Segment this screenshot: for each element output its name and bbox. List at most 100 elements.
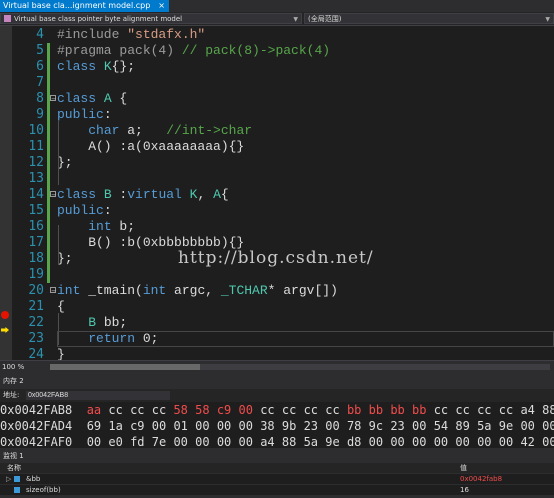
scrollbar-thumb[interactable]: [50, 364, 200, 370]
memory-byte[interactable]: 78: [347, 419, 369, 433]
memory-byte[interactable]: 38: [260, 419, 282, 433]
watch-value[interactable]: 16: [460, 485, 469, 495]
memory-byte[interactable]: cc: [304, 403, 326, 417]
code-line[interactable]: 9 public:: [0, 107, 554, 123]
memory-byte[interactable]: 54: [434, 419, 456, 433]
memory-byte[interactable]: 00: [239, 435, 261, 448]
code-line[interactable]: 6 class K{};: [0, 59, 554, 75]
memory-byte[interactable]: 01: [173, 419, 195, 433]
memory-byte[interactable]: 00: [217, 419, 239, 433]
memory-byte[interactable]: 69: [87, 419, 109, 433]
memory-byte[interactable]: 00: [217, 435, 239, 448]
memory-byte[interactable]: 00: [87, 435, 109, 448]
watch-name[interactable]: sizeof(bb): [26, 485, 61, 495]
memory-byte[interactable]: 00: [325, 419, 347, 433]
memory-byte[interactable]: cc: [260, 403, 282, 417]
memory-byte[interactable]: bb: [412, 403, 434, 417]
memory-byte[interactable]: 00: [542, 419, 554, 433]
memory-byte[interactable]: cc: [499, 403, 521, 417]
memory-byte[interactable]: bb: [390, 403, 412, 417]
memory-byte[interactable]: 7e: [152, 435, 174, 448]
memory-byte[interactable]: 00: [195, 419, 217, 433]
collapse-icon[interactable]: −: [50, 287, 57, 295]
memory-byte[interactable]: 00: [195, 435, 217, 448]
memory-byte[interactable]: 58: [173, 403, 195, 417]
memory-byte[interactable]: 88: [542, 403, 554, 417]
value-column-header[interactable]: 值: [460, 463, 467, 473]
memory-byte[interactable]: 1a: [108, 419, 130, 433]
code-line[interactable]: 14− class B :virtual K, A{: [0, 187, 554, 203]
code-editor[interactable]: http://blog.csdn.net/ 4 #include "stdafx.…: [0, 26, 554, 360]
memory-byte[interactable]: 00: [173, 435, 195, 448]
code-line[interactable]: 21 {: [0, 299, 554, 315]
memory-row[interactable]: 0x0042FAF0 00 e0 fd 7e 00 00 00 00 a4 88…: [0, 434, 554, 448]
memory-byte[interactable]: a4: [260, 435, 282, 448]
code-line[interactable]: 15 public:: [0, 203, 554, 219]
memory-byte[interactable]: 00: [520, 419, 542, 433]
memory-byte[interactable]: 9e: [325, 435, 347, 448]
watch-row[interactable]: sizeof(bb) 16: [0, 485, 554, 495]
memory-byte[interactable]: fd: [130, 435, 152, 448]
code-line[interactable]: 20− int _tmain(int argc, _TCHAR* argv[]): [0, 283, 554, 299]
memory-byte[interactable]: 00: [412, 419, 434, 433]
memory-byte[interactable]: bb: [369, 403, 391, 417]
memory-byte[interactable]: 58: [195, 403, 217, 417]
collapse-icon[interactable]: −: [50, 95, 57, 103]
code-line[interactable]: 18};: [0, 251, 554, 267]
memory-byte[interactable]: d8: [347, 435, 369, 448]
collapse-icon[interactable]: −: [50, 191, 57, 199]
memory-byte[interactable]: 00: [369, 435, 391, 448]
code-line[interactable]: 19: [0, 267, 554, 283]
memory-byte[interactable]: 23: [390, 419, 412, 433]
memory-byte[interactable]: c9: [217, 403, 239, 417]
code-line[interactable]: 7: [0, 75, 554, 91]
memory-byte[interactable]: cc: [108, 403, 130, 417]
memory-byte[interactable]: cc: [325, 403, 347, 417]
code-line[interactable]: 10 char a; //int->char: [0, 123, 554, 139]
code-line[interactable]: 22 B bb;: [0, 315, 554, 331]
memory-byte[interactable]: 00: [434, 435, 456, 448]
code-line[interactable]: 8− class A {: [0, 91, 554, 107]
code-line[interactable]: 16 int b;: [0, 219, 554, 235]
code-line[interactable]: 24}: [0, 347, 554, 360]
memory-byte[interactable]: bb: [347, 403, 369, 417]
memory-byte[interactable]: 5a: [304, 435, 326, 448]
memory-byte[interactable]: 00: [152, 419, 174, 433]
code-line[interactable]: 12};: [0, 155, 554, 171]
name-column-header[interactable]: 名称: [7, 463, 21, 473]
memory-byte[interactable]: 00: [455, 435, 477, 448]
memory-byte[interactable]: 23: [304, 419, 326, 433]
code-line[interactable]: 17 B() :b(0xbbbbbbbb){}: [0, 235, 554, 251]
memory-byte[interactable]: 00: [239, 403, 261, 417]
memory-byte[interactable]: 00: [477, 435, 499, 448]
memory-byte[interactable]: 00: [499, 435, 521, 448]
code-line[interactable]: 5 #pragma pack(4) // pack(8)->pack(4): [0, 43, 554, 59]
memory-byte[interactable]: cc: [477, 403, 499, 417]
memory-byte[interactable]: cc: [434, 403, 456, 417]
scope-dropdown[interactable]: Virtual base class pointer byte alignmen…: [0, 13, 302, 24]
memory-byte[interactable]: 5a: [477, 419, 499, 433]
memory-row[interactable]: 0x0042FAB8 aa cc cc cc 58 58 c9 00 cc cc…: [0, 402, 554, 418]
address-input[interactable]: [26, 391, 170, 400]
memory-byte[interactable]: 9b: [282, 419, 304, 433]
memory-byte[interactable]: 00: [239, 419, 261, 433]
code-line[interactable]: 4 #include "stdafx.h": [0, 27, 554, 43]
code-line[interactable]: 11 A() :a(0xaaaaaaaa){}: [0, 139, 554, 155]
memory-byte[interactable]: e0: [108, 435, 130, 448]
memory-byte[interactable]: 00: [412, 435, 434, 448]
close-icon[interactable]: ×: [158, 1, 165, 10]
memory-byte[interactable]: 9c: [369, 419, 391, 433]
memory-view[interactable]: 0x0042FAB8 aa cc cc cc 58 58 c9 00 cc cc…: [0, 402, 554, 448]
memory-byte[interactable]: cc: [152, 403, 174, 417]
memory-byte[interactable]: 88: [282, 435, 304, 448]
document-tab[interactable]: Virtual base cla...ignment model.cpp ×: [0, 0, 169, 12]
memory-byte[interactable]: c9: [130, 419, 152, 433]
memory-byte[interactable]: 00: [390, 435, 412, 448]
memory-byte[interactable]: 42: [520, 435, 542, 448]
horizontal-scrollbar[interactable]: [50, 364, 550, 370]
memory-byte[interactable]: a4: [520, 403, 542, 417]
memory-byte[interactable]: aa: [87, 403, 109, 417]
memory-byte[interactable]: cc: [455, 403, 477, 417]
memory-row[interactable]: 0x0042FAD4 69 1a c9 00 01 00 00 00 38 9b…: [0, 418, 554, 434]
memory-byte[interactable]: cc: [282, 403, 304, 417]
